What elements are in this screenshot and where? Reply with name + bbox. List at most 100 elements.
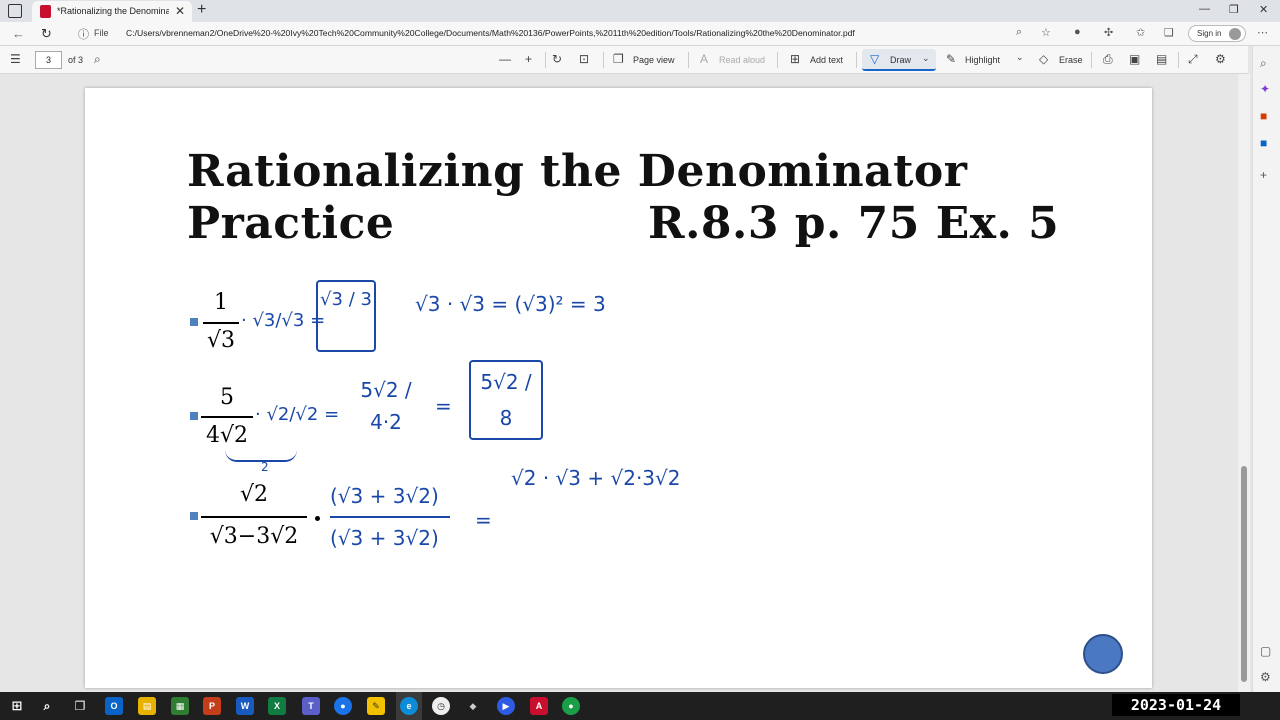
erase-icon[interactable]: ◇ [1039,52,1048,66]
toolbar-divider [603,52,604,68]
start-windows-icon[interactable]: ⊞ [8,697,26,715]
search-icon[interactable]: ⌕ [94,52,101,67]
zoom-out-icon[interactable]: — [499,52,511,66]
file-explorer-icon[interactable]: ▤ [138,697,156,715]
outlook-app-icon[interactable]: O [105,697,123,715]
save-as-icon[interactable]: ▤ [1156,52,1167,66]
url-path: C:/Users/vbrenneman2/OneDrive%20-%20Ivy%… [126,28,855,38]
zoom-icon[interactable]: ⌕ [1016,26,1022,39]
outlook-icon[interactable]: ■ [1260,136,1267,150]
url-field[interactable]: ⓘ File C:/Users/vbrenneman2/OneDrive%20-… [72,25,1032,43]
add-sidebar-app-icon[interactable]: + [1260,168,1267,182]
powerpoint-icon[interactable]: P [203,697,221,715]
app-icon[interactable]: ◆ [464,697,482,715]
p1-answer-box-ink: √3 / 3 [316,280,376,352]
p3-numerator: √2 [239,482,268,507]
close-tab-icon[interactable]: ✕ [175,4,185,18]
settings-gear-icon[interactable]: ⚙ [1215,52,1226,66]
p2-work-ink: · √2/√2 = [255,404,340,425]
draw-button[interactable]: ▽ Draw ⌄ [862,49,936,71]
calculator-icon[interactable]: ▦ [171,697,189,715]
vertical-scrollbar[interactable] [1238,74,1250,692]
contents-list-icon[interactable]: ☰ [10,52,21,66]
p3-multiplier-bar-ink [330,516,450,518]
bullet [190,318,198,326]
taskbar-search-icon[interactable]: ⌕ [38,697,56,715]
draw-label: Draw [890,55,912,65]
office-icon[interactable]: ■ [1260,109,1267,123]
new-tab-button[interactable]: + [197,1,206,19]
acrobat-icon[interactable]: A [530,697,548,715]
multiply-dot [315,516,320,521]
favorite-star-icon[interactable]: ☆ [1041,26,1051,39]
read-aloud-button[interactable]: Read aloud [719,55,765,65]
page-number-input[interactable]: 3 [35,51,62,69]
pdf-page: Rationalizing the Denominator Practice R… [85,88,1152,688]
sign-in-button[interactable]: Sign in [1188,25,1246,42]
add-text-button[interactable]: Add text [810,55,843,65]
print-icon[interactable]: ⎙ [1103,52,1113,67]
minimize-icon[interactable]: — [1199,3,1210,15]
chrome-profile-icon[interactable]: ● [562,697,580,715]
chevron-down-icon[interactable]: ⌄ [1016,52,1024,63]
copilot-icon[interactable]: ✦ [1260,82,1270,96]
back-arrow-icon[interactable]: ← [12,26,25,41]
rotate-icon[interactable]: ↻ [552,52,562,66]
extension-icon[interactable]: ● [1074,26,1081,38]
browser-tab[interactable]: *Rationalizing the Denominator ✕ [32,1,192,22]
teams-icon[interactable]: T [302,697,320,715]
favorites-icon[interactable]: ✩ [1136,26,1145,39]
sidebar-settings-icon[interactable]: ⚙ [1260,670,1271,684]
tab-title: *Rationalizing the Denominator [57,6,169,16]
save-icon[interactable]: ▣ [1129,52,1140,66]
floating-action-button[interactable] [1083,634,1123,674]
screen: *Rationalizing the Denominator ✕ + — ❐ ✕… [0,0,1280,720]
collections-icon[interactable]: ❏ [1164,26,1174,39]
toolbar-divider [545,52,546,68]
refresh-icon[interactable]: ↻ [41,26,52,42]
sidebar-search-icon[interactable]: ⌕ [1260,56,1267,71]
sticky-notes-icon[interactable]: ✎ [367,697,385,715]
erase-button[interactable]: Erase [1059,55,1083,65]
scrollbar-thumb[interactable] [1241,466,1247,682]
edge-sidebar: ⌕ ✦ ■ ■ + ▢ ⚙ [1252,46,1280,692]
pdf-toolbar: ☰ 3 of 3 ⌕ — + ↻ ⊡ ❐ Page view A Read al… [0,46,1248,74]
p1-work-ink: · √3/√3 = [241,310,326,331]
p3-denominator: √3−3√2 [209,524,299,549]
chrome-icon[interactable]: ● [334,697,352,715]
excel-icon[interactable]: X [268,697,286,715]
toolbar-divider [1178,52,1179,68]
p3-equals-ink: = [475,508,492,532]
zoom-in-icon[interactable]: + [525,52,532,66]
highlight-button[interactable]: Highlight [965,55,1000,65]
zoom-app-icon[interactable]: ▶ [497,697,515,715]
info-icon[interactable]: ⓘ [78,26,89,42]
fit-page-icon[interactable]: ⊡ [579,52,589,66]
task-view-icon[interactable]: ❐ [71,697,89,715]
p2-numerator: 5 [220,385,234,410]
p2-answer-box-ink: 5√2 / 8 [469,360,543,440]
highlight-icon[interactable]: ✎ [946,52,956,66]
window-menu-icon[interactable] [8,4,22,18]
p2-mid-ink: 5√2 / 4·2 [360,378,412,434]
close-window-icon[interactable]: ✕ [1259,3,1268,16]
slide-title-practice: Practice [187,198,395,249]
page-view-icon[interactable]: ❐ [613,52,624,66]
sign-in-label: Sign in [1197,29,1222,38]
add-text-icon[interactable]: ⊞ [790,52,800,66]
p2-denominator: 4√2 [205,423,248,448]
extensions-puzzle-icon[interactable]: ✣ [1104,26,1113,39]
sidebar-layout-icon[interactable]: ▢ [1260,644,1271,658]
chevron-down-icon[interactable]: ⌄ [922,53,930,64]
tab-strip: *Rationalizing the Denominator ✕ + — ❐ ✕ [0,0,1280,22]
fullscreen-icon[interactable]: ⤢ [1188,52,1198,67]
clock-app-icon[interactable]: ◷ [432,697,450,715]
more-menu-icon[interactable]: ⋯ [1257,26,1268,39]
edge-icon[interactable]: e [400,697,418,715]
maximize-icon[interactable]: ❐ [1229,3,1239,16]
p1-numerator: 1 [214,290,228,315]
slide-title-reference: R.8.3 p. 75 Ex. 5 [648,198,1060,249]
url-scheme: File [94,28,109,38]
word-icon[interactable]: W [236,697,254,715]
page-view-button[interactable]: Page view [633,55,675,65]
